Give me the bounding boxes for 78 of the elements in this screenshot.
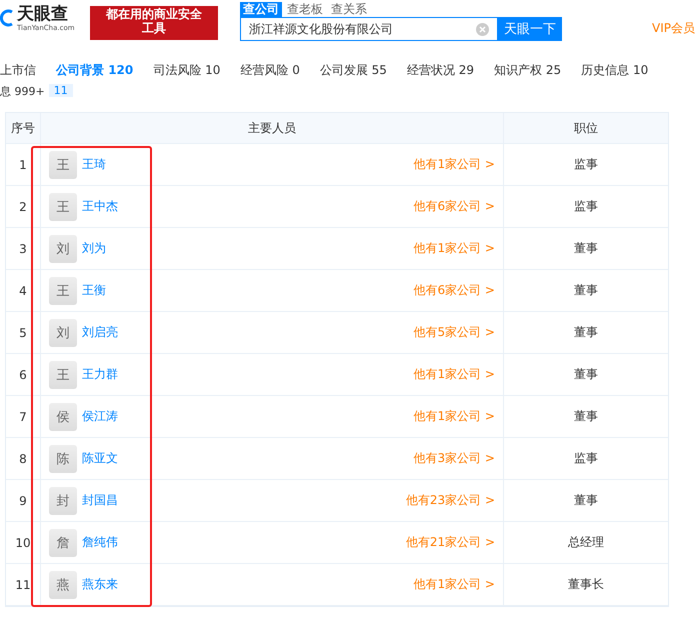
person-name-link[interactable]: 陈亚文 [82,450,118,467]
nav-tab[interactable]: 经营风险 0 [240,62,300,78]
row-index: 7 [19,410,27,424]
ad-banner[interactable]: 都在用的商业安全 工具 [90,6,218,40]
name-avatar: 封 [49,486,77,514]
row-index: 5 [19,326,27,340]
companies-link[interactable]: 他有1家公司 > [413,156,495,173]
name-avatar: 王 [49,150,77,178]
position-text: 董事 [574,240,598,257]
companies-link[interactable]: 他有21家公司 > [406,534,495,551]
nav-item[interactable]: 上市信 [0,62,36,78]
eye-logo-icon [0,9,14,27]
vip-link[interactable]: VIP会员 [652,20,695,37]
position-text: 监事 [574,450,598,467]
position-text: 董事 [574,408,598,425]
nav-tab[interactable]: 公司发展 55 [320,62,387,78]
person-name-link[interactable]: 侯江涛 [82,408,118,425]
companies-link[interactable]: 他有5家公司 > [413,324,495,341]
person-name-link[interactable]: 燕东来 [82,576,118,593]
row-index: 3 [19,242,27,256]
row-index: 4 [19,284,27,298]
companies-link[interactable]: 他有6家公司 > [413,282,495,299]
logo-text: 天眼查 [17,4,69,24]
row-index: 10 [15,536,31,550]
clear-icon[interactable] [476,22,489,36]
person-name-link[interactable]: 詹纯伟 [82,534,118,551]
person-name-link[interactable]: 王衡 [82,282,106,299]
position-text: 董事长 [568,576,604,593]
name-avatar: 燕 [49,570,77,598]
person-name-link[interactable]: 王力群 [82,366,118,383]
name-avatar: 侯 [49,402,77,430]
row-index: 2 [19,200,27,214]
position-text: 董事 [574,366,598,383]
name-avatar: 刘 [49,318,77,346]
column-header: 主要人员 [248,120,296,136]
person-name-link[interactable]: 王中杰 [82,198,118,215]
companies-link[interactable]: 他有6家公司 > [413,198,495,215]
row-index: 6 [19,368,27,382]
person-name-link[interactable]: 刘为 [82,240,106,257]
companies-link[interactable]: 他有3家公司 > [413,450,495,467]
name-avatar: 詹 [49,528,77,556]
position-text: 监事 [574,198,598,215]
row-index: 11 [15,578,31,592]
row-index: 1 [19,158,27,172]
companies-link[interactable]: 他有1家公司 > [413,240,495,257]
person-name-link[interactable]: 王琦 [82,156,106,173]
position-text: 总经理 [568,534,604,551]
search-tab[interactable]: 查老板 [284,2,326,17]
nav-tab[interactable]: 公司背景 120 [56,62,134,78]
nav-item[interactable]: 息 999+ [0,84,45,99]
name-avatar: 刘 [49,234,77,262]
search-field[interactable]: 浙江祥源文化股份有限公司 [240,17,498,41]
name-avatar: 陈 [49,444,77,472]
position-text: 董事 [574,282,598,299]
companies-link[interactable]: 他有1家公司 > [413,366,495,383]
name-avatar: 王 [49,192,77,220]
companies-link[interactable]: 他有1家公司 > [413,408,495,425]
search-button[interactable]: 天眼一下 [498,17,562,41]
row-index: 9 [19,494,27,508]
name-avatar: 王 [49,360,77,388]
person-name-link[interactable]: 封国昌 [82,492,118,509]
companies-link[interactable]: 他有1家公司 > [413,576,495,593]
position-text: 董事 [574,324,598,341]
nav-tab[interactable]: 知识产权 25 [494,62,562,78]
row-index: 8 [19,452,27,466]
position-text: 监事 [574,156,598,173]
column-header: 职位 [574,120,598,136]
nav-tab[interactable]: 经营状况 29 [406,62,474,78]
nav-tab[interactable]: 司法风险 10 [153,62,220,78]
position-text: 董事 [574,492,598,509]
person-name-link[interactable]: 刘启亮 [82,324,118,341]
count-badge: 11 [48,84,73,97]
column-header: 序号 [11,120,35,136]
search-tab[interactable]: 查关系 [328,2,370,17]
companies-link[interactable]: 他有23家公司 > [406,492,495,509]
nav-tab[interactable]: 历史信息 10 [581,62,648,78]
name-avatar: 王 [49,276,77,304]
search-tab[interactable]: 查公司 [240,2,282,17]
